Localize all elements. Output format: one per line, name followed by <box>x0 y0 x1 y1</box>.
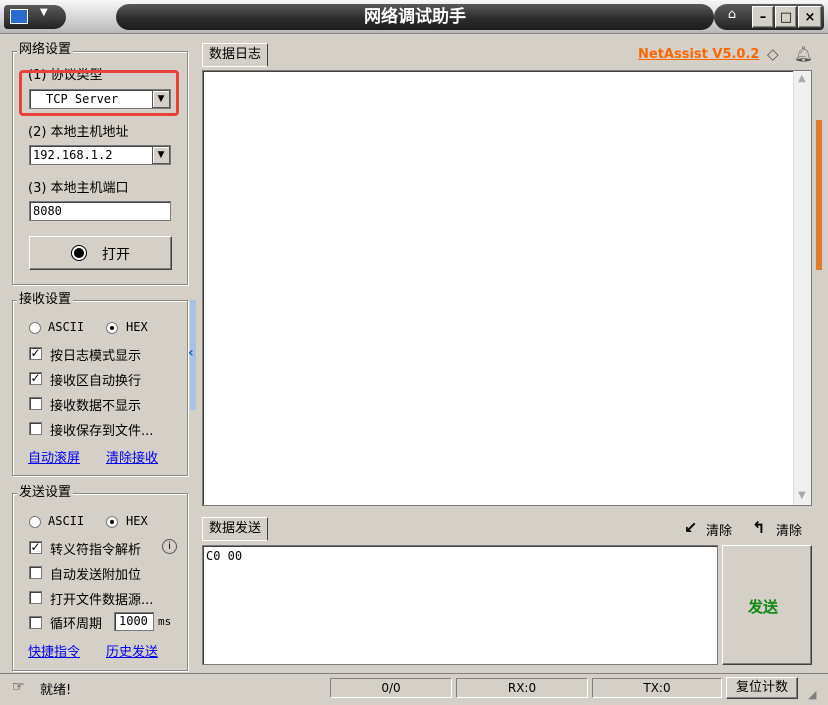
chevron-down-icon[interactable]: ▼ <box>152 146 170 164</box>
loop-period-unit: ms <box>158 615 172 628</box>
resize-grip-icon[interactable]: ◢ <box>808 688 822 702</box>
auto-append-label: 自动发送附加位 <box>50 568 142 583</box>
clear-send-button[interactable]: 清除 <box>706 520 732 539</box>
send-data-content: C0 00 <box>206 549 243 563</box>
log-scrollbar[interactable]: ▲ ▼ <box>793 71 811 505</box>
chevron-down-icon[interactable]: ▼ <box>798 490 806 501</box>
send-data-input[interactable]: C0 00 <box>202 545 718 665</box>
chevron-up-icon[interactable]: ▲ <box>798 73 806 84</box>
tx-counter: TX:0 <box>592 678 722 698</box>
send-hex-label: HEX <box>126 514 148 528</box>
status-text: 就绪! <box>40 683 72 698</box>
log-mode-checkbox[interactable]: ✓ <box>29 347 42 360</box>
clear-receive-button[interactable]: 清除 <box>776 520 802 539</box>
pin-icon[interactable]: ⌂ <box>722 7 742 27</box>
record-icon <box>72 246 86 260</box>
loop-period-checkbox[interactable] <box>29 616 42 629</box>
data-log-area[interactable]: ▲ ▼ <box>202 70 812 506</box>
reset-count-button[interactable]: 复位计数 <box>726 677 798 699</box>
auto-append-checkbox[interactable] <box>29 566 42 579</box>
file-source-checkbox[interactable] <box>29 591 42 604</box>
history-send-link[interactable]: 历史发送 <box>106 641 158 660</box>
host-address-select[interactable]: 192.168.1.2 ▼ <box>29 145 171 165</box>
send-settings-legend: 发送设置 <box>17 485 74 501</box>
close-button[interactable]: × <box>798 6 822 28</box>
loop-period-value: 1000 <box>119 614 148 628</box>
open-button-label: 打开 <box>102 247 130 263</box>
receive-ascii-radio[interactable] <box>29 322 41 334</box>
receive-ascii-label: ASCII <box>48 320 85 334</box>
hide-data-label: 接收数据不显示 <box>50 399 142 414</box>
host-port-input[interactable]: 8080 <box>29 201 171 221</box>
send-ascii-radio[interactable] <box>29 516 41 528</box>
maximize-button[interactable]: □ <box>775 6 797 28</box>
open-button[interactable]: 打开 <box>29 236 172 270</box>
log-mode-label: 按日志模式显示 <box>50 349 142 364</box>
auto-wrap-label: 接收区自动换行 <box>50 374 142 389</box>
bell-icon[interactable]: 🔔︎ <box>794 45 813 63</box>
highlight-box <box>19 70 179 116</box>
send-button-label: 发送 <box>748 598 779 616</box>
window-title: 网络调试助手 <box>116 4 714 30</box>
hide-data-checkbox[interactable] <box>29 397 42 410</box>
diamond-icon[interactable]: ◇ <box>767 45 779 63</box>
auto-scroll-link[interactable]: 自动滚屏 <box>28 447 80 466</box>
shortcut-commands-link[interactable]: 快捷指令 <box>28 641 80 660</box>
save-to-file-label: 接收保存到文件... <box>50 424 154 439</box>
tab-data-send[interactable]: 数据发送 <box>202 517 269 541</box>
host-address-value: 192.168.1.2 <box>33 148 113 162</box>
receive-hex-label: HEX <box>126 320 148 334</box>
receive-settings-legend: 接收设置 <box>17 292 74 308</box>
clear-up-arrow-icon[interactable]: ↰ <box>752 518 765 537</box>
minimize-button[interactable]: – <box>752 6 774 28</box>
loop-period-label: 循环周期 <box>50 617 103 632</box>
hand-pointer-icon: ☞ <box>12 679 25 695</box>
tab-data-log[interactable]: 数据日志 <box>202 43 269 67</box>
escape-parse-checkbox[interactable]: ✓ <box>29 541 42 554</box>
network-settings-legend: 网络设置 <box>17 42 74 58</box>
info-icon[interactable]: i <box>162 539 177 554</box>
scroll-accent <box>816 120 822 270</box>
host-address-label: (2) 本地主机地址 <box>28 125 129 140</box>
network-app-icon <box>10 9 28 24</box>
auto-wrap-checkbox[interactable]: ✓ <box>29 372 42 385</box>
title-bar: ▼ 网络调试助手 ⌂ – □ × <box>0 0 828 34</box>
clear-arrow-icon[interactable]: ↙ <box>684 518 697 537</box>
file-source-label: 打开文件数据源... <box>50 593 154 608</box>
chevron-left-icon[interactable]: ‹ <box>188 345 194 361</box>
save-to-file-checkbox[interactable] <box>29 422 42 435</box>
rx-counter: RX:0 <box>456 678 588 698</box>
counter-cell: 0/0 <box>330 678 452 698</box>
send-ascii-label: ASCII <box>48 514 85 528</box>
send-hex-radio[interactable] <box>106 516 118 528</box>
host-port-label: (3) 本地主机端口 <box>28 181 129 196</box>
clear-receive-link[interactable]: 清除接收 <box>106 447 158 466</box>
escape-parse-label: 转义符指令解析 <box>50 543 142 558</box>
receive-hex-radio[interactable] <box>106 322 118 334</box>
send-button[interactable]: 发送 <box>722 545 812 665</box>
chevron-down-icon: ▼ <box>40 7 48 18</box>
version-link[interactable]: NetAssist V5.0.2 <box>638 47 759 62</box>
app-menu-button[interactable]: ▼ <box>4 5 66 29</box>
host-port-value: 8080 <box>33 204 62 218</box>
loop-period-input[interactable]: 1000 <box>114 612 154 631</box>
